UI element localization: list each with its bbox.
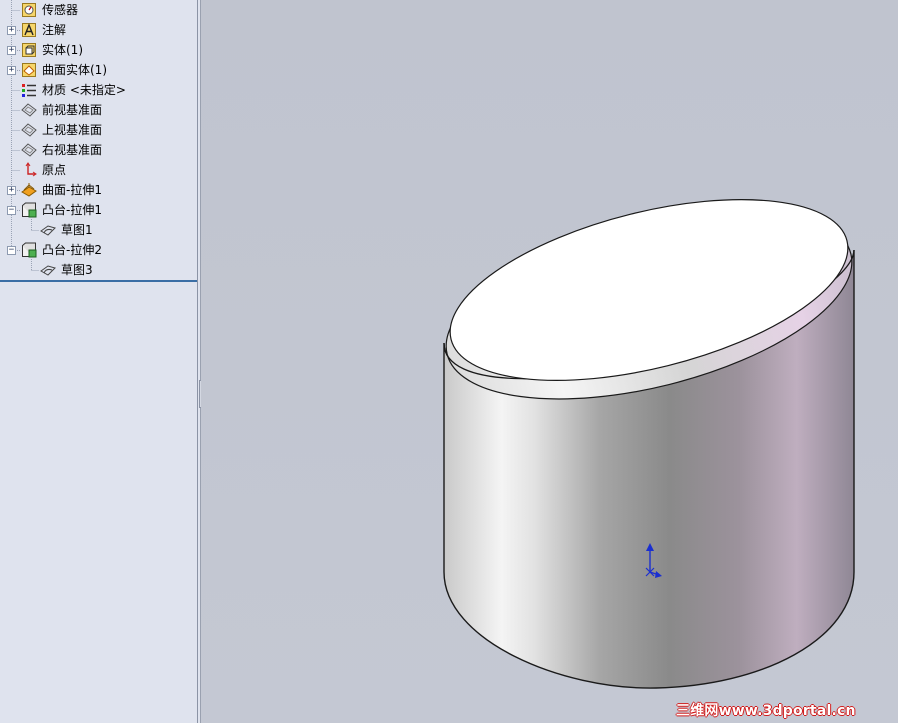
graphics-viewport[interactable] <box>201 0 898 723</box>
tree-item-annotations[interactable]: + 注解 <box>0 20 197 40</box>
expand-toggle[interactable]: + <box>7 66 16 75</box>
solid-body-icon <box>21 42 37 58</box>
sensor-icon <box>21 2 37 18</box>
feature-manager-tree: 传感器 + 注解 + 实体(1) + 曲面实体(1) 材质 <未指定> 前视基准… <box>0 0 197 723</box>
tree-item-label: 右视基准面 <box>42 143 103 157</box>
tree-item-sensors[interactable]: 传感器 <box>0 0 197 20</box>
tree-item-label: 传感器 <box>42 3 79 17</box>
tree-item-surface-bodies[interactable]: + 曲面实体(1) <box>0 60 197 80</box>
tree-item-label: 材质 <未指定> <box>42 83 126 97</box>
tree-item-label: 草图1 <box>61 223 93 237</box>
plane-icon <box>21 142 37 158</box>
cylinder-model <box>443 199 855 689</box>
site-watermark: 三维网www.3dportal.cn <box>676 703 856 719</box>
tree-item-label: 草图3 <box>61 263 93 277</box>
material-icon <box>21 82 37 98</box>
plane-icon <box>21 122 37 138</box>
surface-body-icon <box>21 62 37 78</box>
tree-item-label: 原点 <box>42 163 67 177</box>
tree-item-label: 曲面实体(1) <box>42 63 107 77</box>
sketch-icon <box>40 222 56 238</box>
tree-item-surface-extrude1[interactable]: + 曲面-拉伸1 <box>0 180 197 200</box>
expand-toggle[interactable]: + <box>7 46 16 55</box>
tree-item-top-plane[interactable]: 上视基准面 <box>0 120 197 140</box>
origin-icon <box>21 162 37 178</box>
tree-item-boss-extrude2[interactable]: − 凸台-拉伸2 <box>0 240 197 260</box>
sketch-icon <box>40 262 56 278</box>
boss-extrude-icon <box>21 242 37 258</box>
tree-item-label: 曲面-拉伸1 <box>42 183 102 197</box>
tree-item-front-plane[interactable]: 前视基准面 <box>0 100 197 120</box>
surface-extrude-icon <box>21 182 37 198</box>
expand-toggle[interactable]: + <box>7 186 16 195</box>
collapse-toggle[interactable]: − <box>7 206 16 215</box>
tree-item-boss-extrude1[interactable]: − 凸台-拉伸1 <box>0 200 197 220</box>
tree-item-label: 前视基准面 <box>42 103 103 117</box>
tree-item-right-plane[interactable]: 右视基准面 <box>0 140 197 160</box>
collapse-toggle[interactable]: − <box>7 246 16 255</box>
tree-item-solid-bodies[interactable]: + 实体(1) <box>0 40 197 60</box>
annotation-icon <box>21 22 37 38</box>
tree-item-label: 实体(1) <box>42 43 83 57</box>
tree-item-origin[interactable]: 原点 <box>0 160 197 180</box>
plane-icon <box>21 102 37 118</box>
tree-item-material[interactable]: 材质 <未指定> <box>0 80 197 100</box>
tree-item-sketch3[interactable]: 草图3 <box>0 260 197 280</box>
tree-rollback-bar[interactable] <box>0 280 197 282</box>
tree-item-label: 凸台-拉伸1 <box>42 203 102 217</box>
tree-item-label: 注解 <box>42 23 67 37</box>
boss-extrude-icon <box>21 202 37 218</box>
expand-toggle[interactable]: + <box>7 26 16 35</box>
tree-item-label: 上视基准面 <box>42 123 103 137</box>
tree-item-label: 凸台-拉伸2 <box>42 243 102 257</box>
tree-item-sketch1[interactable]: 草图1 <box>0 220 197 240</box>
